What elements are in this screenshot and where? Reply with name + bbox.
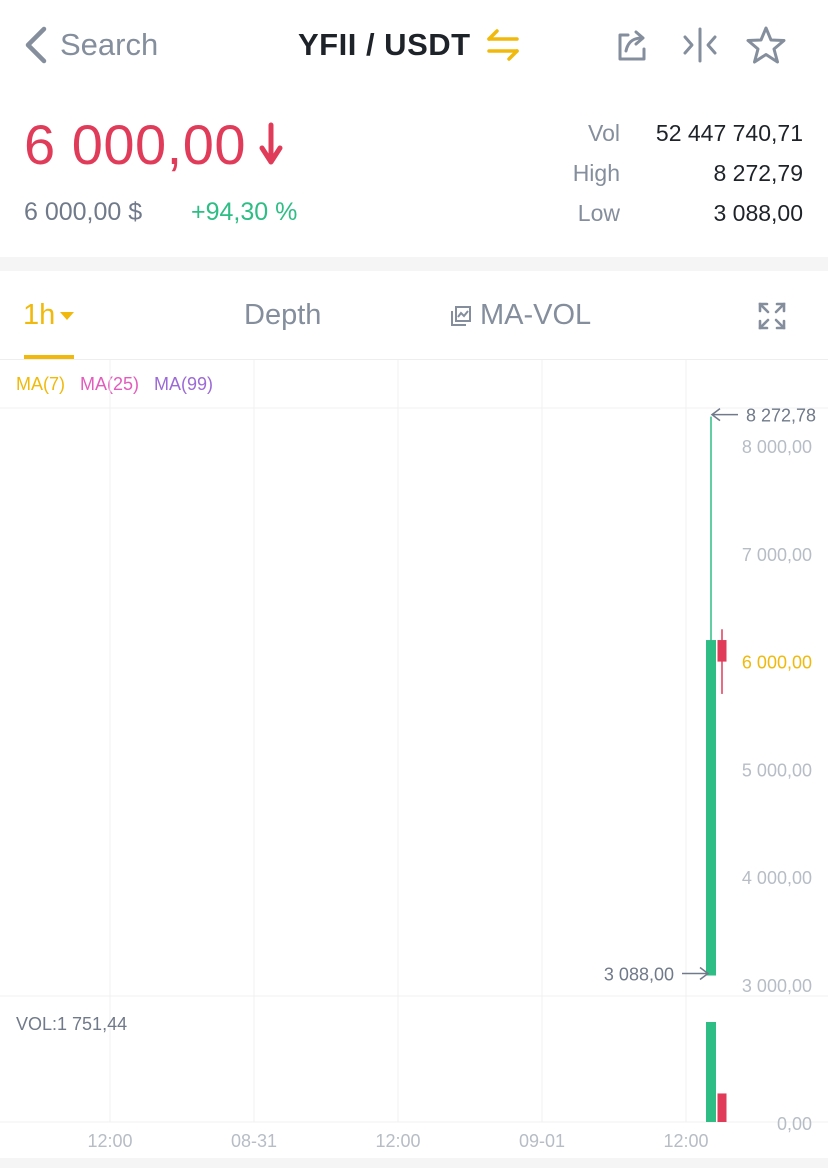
section-divider [0, 257, 828, 271]
chart-area[interactable]: MA(7) MA(25) MA(99) 8 000,00 7 000,00 6 00… [0, 360, 828, 1160]
x-tick-label: 12:00 [663, 1131, 708, 1151]
indicator-label: MA-VOL [480, 299, 592, 331]
depth-label: Depth [244, 299, 322, 331]
tab-depth[interactable]: Depth [244, 299, 321, 332]
chevron-left-icon [25, 26, 47, 64]
y-tick-label: 3 000,00 [742, 976, 812, 996]
share-icon[interactable] [612, 25, 652, 65]
tab-interval[interactable]: 1h [23, 299, 75, 332]
stat-value-low: 3 088,00 [713, 200, 803, 226]
tab-active-underline [24, 355, 74, 359]
x-tick-label: 12:00 [87, 1131, 132, 1151]
candle-body [706, 640, 716, 976]
chart-tabs: 1h Depth MA-VOL [0, 271, 828, 360]
fiat-price: 6 000,00 $ [24, 198, 143, 226]
bottom-strip [0, 1158, 828, 1168]
indicator-icon [451, 305, 471, 326]
back-label: Search [60, 27, 159, 62]
stat-value-high: 8 272,79 [713, 160, 803, 186]
interval-label: 1h [23, 299, 56, 331]
arrow-down-icon [259, 122, 283, 164]
high-marker-label: 8 272,78 [746, 406, 816, 426]
top-bar: Search YFII / USDT [0, 0, 828, 90]
tab-indicator[interactable]: MA-VOL [450, 299, 591, 332]
x-tick-label: 12:00 [375, 1131, 420, 1151]
volume-axis-label: 0,00 [777, 1114, 812, 1134]
ticker-summary: 6 000,00 6 000,00 $ +94,30 % Vol 52 447 … [0, 100, 828, 250]
x-tick-label: 09-01 [519, 1131, 565, 1151]
fullscreen-icon[interactable] [757, 301, 787, 331]
y-tick-label: 8 000,00 [742, 437, 812, 457]
last-price: 6 000,00 [24, 112, 284, 177]
x-tick-label: 08-31 [231, 1131, 277, 1151]
star-icon[interactable] [746, 25, 786, 65]
caret-down-icon [60, 311, 75, 320]
y-tick-label: 7 000,00 [742, 545, 812, 565]
pair-selector[interactable]: YFII / USDT [298, 22, 521, 68]
swap-icon[interactable] [485, 27, 521, 63]
candle-body [717, 640, 727, 662]
volume-bar [706, 1022, 716, 1122]
back-button[interactable]: Search [22, 22, 158, 68]
compare-icon[interactable] [680, 25, 720, 65]
volume-label: VOL:1 751,44 [16, 1014, 127, 1034]
low-marker-label: 3 088,00 [604, 965, 674, 985]
candlestick-chart[interactable]: 8 000,00 7 000,00 6 000,00 5 000,00 4 000,00… [0, 360, 828, 1158]
pair-title: YFII / USDT [298, 27, 471, 62]
stat-value-vol: 52 447 740,71 [655, 120, 803, 146]
y-tick-label: 5 000,00 [742, 760, 812, 780]
y-tick-label: 4 000,00 [742, 868, 812, 888]
volume-bar [717, 1093, 727, 1122]
last-price-value: 6 000,00 [24, 113, 246, 176]
price-change: +94,30 % [191, 198, 298, 226]
y-tick-label: 6 000,00 [742, 653, 812, 673]
